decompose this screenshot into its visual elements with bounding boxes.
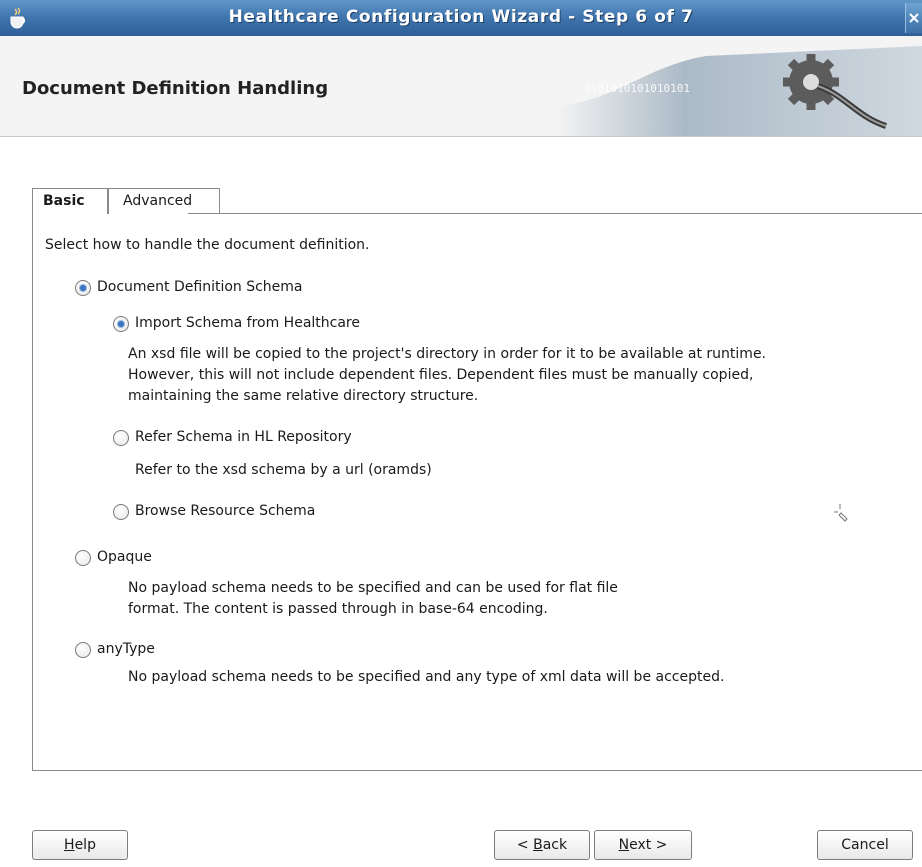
back-label-prefix: < [516, 837, 534, 853]
tab-panel-left-border [32, 213, 33, 771]
tab-panel-top-border [188, 213, 922, 214]
tab-panel-bottom-border [32, 770, 922, 771]
radio-opaque[interactable] [75, 550, 91, 566]
refer-schema-desc: Refer to the xsd schema by a url (oramds… [135, 462, 432, 478]
import-schema-desc-2: However, this will not include dependent… [128, 367, 754, 383]
page-title: Document Definition Handling [22, 78, 329, 99]
radio-refer-schema[interactable] [113, 430, 129, 446]
window-title: Healthcare Configuration Wizard - Step 6… [228, 7, 694, 27]
help-label-rest: elp [74, 837, 96, 853]
next-mnemonic: N [618, 837, 630, 853]
tab-advanced[interactable]: Advanced [108, 188, 220, 214]
back-label-rest: ack [542, 837, 568, 853]
help-mnemonic: H [64, 837, 75, 853]
close-button[interactable] [905, 3, 922, 33]
next-label-rest: ext > [629, 837, 668, 853]
import-schema-desc-1: An xsd file will be copied to the projec… [128, 346, 767, 362]
import-schema-desc-3: maintaining the same relative directory … [128, 388, 479, 404]
back-mnemonic: B [533, 837, 543, 853]
gear-plug-banner-icon: 0101010101010101 [556, 46, 922, 136]
tab-basic[interactable]: Basic [32, 188, 108, 214]
label-refer-schema[interactable]: Refer Schema in HL Repository [135, 429, 352, 445]
close-icon [909, 13, 919, 23]
title-bar[interactable]: Healthcare Configuration Wizard - Step 6… [0, 0, 922, 36]
cancel-button[interactable]: Cancel [817, 830, 913, 860]
anytype-desc: No payload schema needs to be specified … [128, 669, 725, 685]
next-button[interactable]: Next > [594, 830, 692, 860]
label-anytype[interactable]: anyType [97, 641, 155, 657]
radio-browse-schema[interactable] [113, 504, 129, 520]
instruction-text: Select how to handle the document defini… [45, 237, 370, 253]
label-browse-schema[interactable]: Browse Resource Schema [135, 503, 315, 519]
help-button[interactable]: Help [32, 830, 128, 860]
wait-cursor-icon [834, 504, 848, 522]
radio-document-definition-schema[interactable] [75, 280, 91, 296]
banner-binary-text: 0101010101010101 [584, 82, 690, 95]
radio-import-schema[interactable] [113, 316, 129, 332]
back-button[interactable]: < Back [494, 830, 590, 860]
opaque-desc-2: format. The content is passed through in… [128, 601, 548, 617]
label-document-definition-schema[interactable]: Document Definition Schema [97, 279, 303, 295]
radio-anytype[interactable] [75, 642, 91, 658]
wizard-header: Document Definition Handling 01010101010… [0, 36, 922, 136]
label-import-schema[interactable]: Import Schema from Healthcare [135, 315, 360, 331]
opaque-desc-1: No payload schema needs to be specified … [128, 580, 618, 596]
label-opaque[interactable]: Opaque [97, 549, 152, 565]
